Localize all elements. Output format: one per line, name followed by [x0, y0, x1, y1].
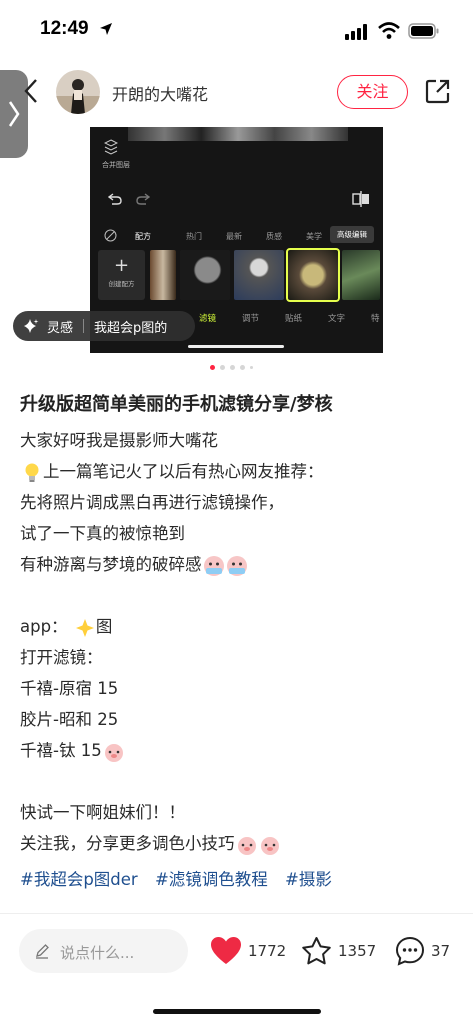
body-line-text: 上一篇笔记火了以后有热心网友推荐：: [43, 462, 324, 481]
home-indicator: [153, 1009, 321, 1014]
body-line: 上一篇笔记火了以后有热心网友推荐：: [20, 456, 460, 487]
embedded-home-bar: [188, 345, 284, 348]
merge-layers-label: 合并图层: [102, 161, 130, 169]
body-line-text: 关注我，分享更多调色小技巧: [20, 834, 235, 853]
carousel-dot: [220, 365, 225, 370]
comment-count: 37: [431, 942, 451, 960]
post-title: 升级版超简单美丽的手机滤镜分享/梦核: [20, 394, 333, 415]
create-recipe-tile: + 创建配方: [98, 250, 145, 300]
body-line: 先将照片调成黑白再进行滤镜操作，: [20, 493, 284, 512]
crying-face-icon: [203, 555, 224, 576]
carousel-indicator: [210, 365, 253, 370]
star-icon: [302, 937, 331, 965]
filter-thumb-selected: [286, 248, 340, 302]
author-name[interactable]: 开朗的大嘴花: [112, 81, 208, 105]
inspiration-label: 灵感: [47, 320, 74, 336]
body-line-text: 有种游离与梦境的破碎感: [20, 555, 202, 574]
tab-text: 文字: [328, 314, 346, 324]
note-header: 开朗的大嘴花 关注: [0, 64, 473, 124]
filter-strip: + 创建配方: [98, 248, 383, 302]
category-aesthetic: 美学: [306, 232, 322, 241]
comment-input[interactable]: 说点什么...: [19, 929, 188, 973]
no-filter-icon: [104, 229, 117, 242]
body-line: 关注我，分享更多调色小技巧: [20, 828, 460, 859]
compare-icon: [352, 191, 369, 207]
carousel-dot: [250, 366, 253, 369]
pencil-icon: [36, 944, 49, 959]
body-line: [20, 580, 460, 611]
like-button[interactable]: 1772: [210, 934, 286, 968]
like-count: 1772: [248, 942, 287, 960]
comment-placeholder: 说点什么...: [60, 944, 135, 962]
carousel-dot: [240, 365, 245, 370]
category-hot: 热门: [186, 232, 202, 241]
body-line: 试了一下真的被惊艳到: [20, 524, 185, 543]
hashtag-link[interactable]: #摄影: [285, 870, 332, 889]
redo-icon: [136, 193, 150, 205]
carousel-dot-active: [210, 365, 215, 370]
inspiration-query: 我超会p图的: [94, 320, 168, 336]
body-line-text: app：: [20, 617, 68, 636]
filter-thumb: [180, 250, 230, 300]
pig-face-icon: [260, 836, 279, 855]
plus-icon: +: [113, 255, 130, 276]
body-line: [20, 766, 460, 797]
category-recipe: 配方: [135, 232, 151, 241]
status-bar: 12:49: [0, 0, 473, 60]
hashtag-link[interactable]: #滤镜调色教程: [155, 870, 268, 889]
filter-thumb: [150, 250, 176, 300]
body-line-text: 千禧-钛 15: [20, 741, 102, 760]
category-new: 最新: [226, 232, 242, 241]
battery-icon: [408, 23, 439, 39]
filter-thumb: [234, 250, 284, 300]
tab-filter: 滤镜: [199, 314, 217, 324]
body-line: 千禧-原宿 15: [20, 679, 119, 698]
advanced-edit-button: 高级编辑: [330, 226, 374, 243]
body-line: 有种游离与梦境的破碎感: [20, 549, 460, 580]
photo-strip: [128, 127, 348, 141]
category-texture: 质感: [266, 232, 282, 241]
body-line: 千禧-钛 15: [20, 735, 460, 766]
inspiration-search-chip[interactable]: 灵感 我超会p图的: [13, 311, 195, 341]
body-line: 胶片-昭和 25: [20, 710, 119, 729]
undo-icon: [108, 193, 122, 205]
follow-button[interactable]: 关注: [337, 75, 408, 109]
pig-face-icon: [104, 743, 123, 762]
favorite-count: 1357: [338, 942, 377, 960]
comments-button[interactable]: 37: [395, 934, 450, 968]
body-line: 大家好呀我是摄影师大嘴花: [20, 431, 218, 450]
location-arrow-icon: [100, 23, 112, 35]
carousel-dot: [230, 365, 235, 370]
comment-icon: [395, 936, 425, 966]
hashtags: #我超会p图der #滤镜调色教程 #摄影: [20, 866, 344, 890]
hashtag-link[interactable]: #我超会p图der: [20, 870, 138, 889]
crying-face-icon: [226, 555, 247, 576]
tab-special: 特: [371, 314, 380, 324]
status-time: 12:49: [40, 18, 89, 39]
signal-icon: [345, 24, 367, 40]
tab-adjust: 调节: [242, 314, 260, 324]
sparkle-icon: [24, 319, 39, 333]
share-icon[interactable]: [424, 77, 452, 105]
body-line: app： 图: [20, 611, 460, 642]
body-line: 打开滤镜：: [20, 648, 103, 667]
favorite-button[interactable]: 1357: [301, 934, 376, 968]
layers-icon: [104, 139, 118, 155]
chip-divider: [83, 319, 85, 333]
body-line: 快试一下啊姐妹们！！: [20, 803, 185, 822]
star-sparkle-icon: [75, 618, 94, 637]
post-body: 大家好呀我是摄影师大嘴花 上一篇笔记火了以后有热心网友推荐： 先将照片调成黑白再…: [20, 425, 460, 859]
wifi-icon: [378, 22, 400, 39]
filter-thumb: [342, 250, 380, 300]
app-name-suffix: 图: [95, 617, 113, 636]
lightbulb-icon: [25, 463, 39, 482]
heart-icon: [211, 937, 241, 964]
back-icon[interactable]: [22, 76, 40, 106]
avatar[interactable]: [56, 70, 100, 114]
divider: [0, 913, 473, 914]
pig-face-icon: [237, 836, 256, 855]
tab-sticker: 贴纸: [285, 314, 303, 324]
create-recipe-label: 创建配方: [108, 280, 135, 288]
